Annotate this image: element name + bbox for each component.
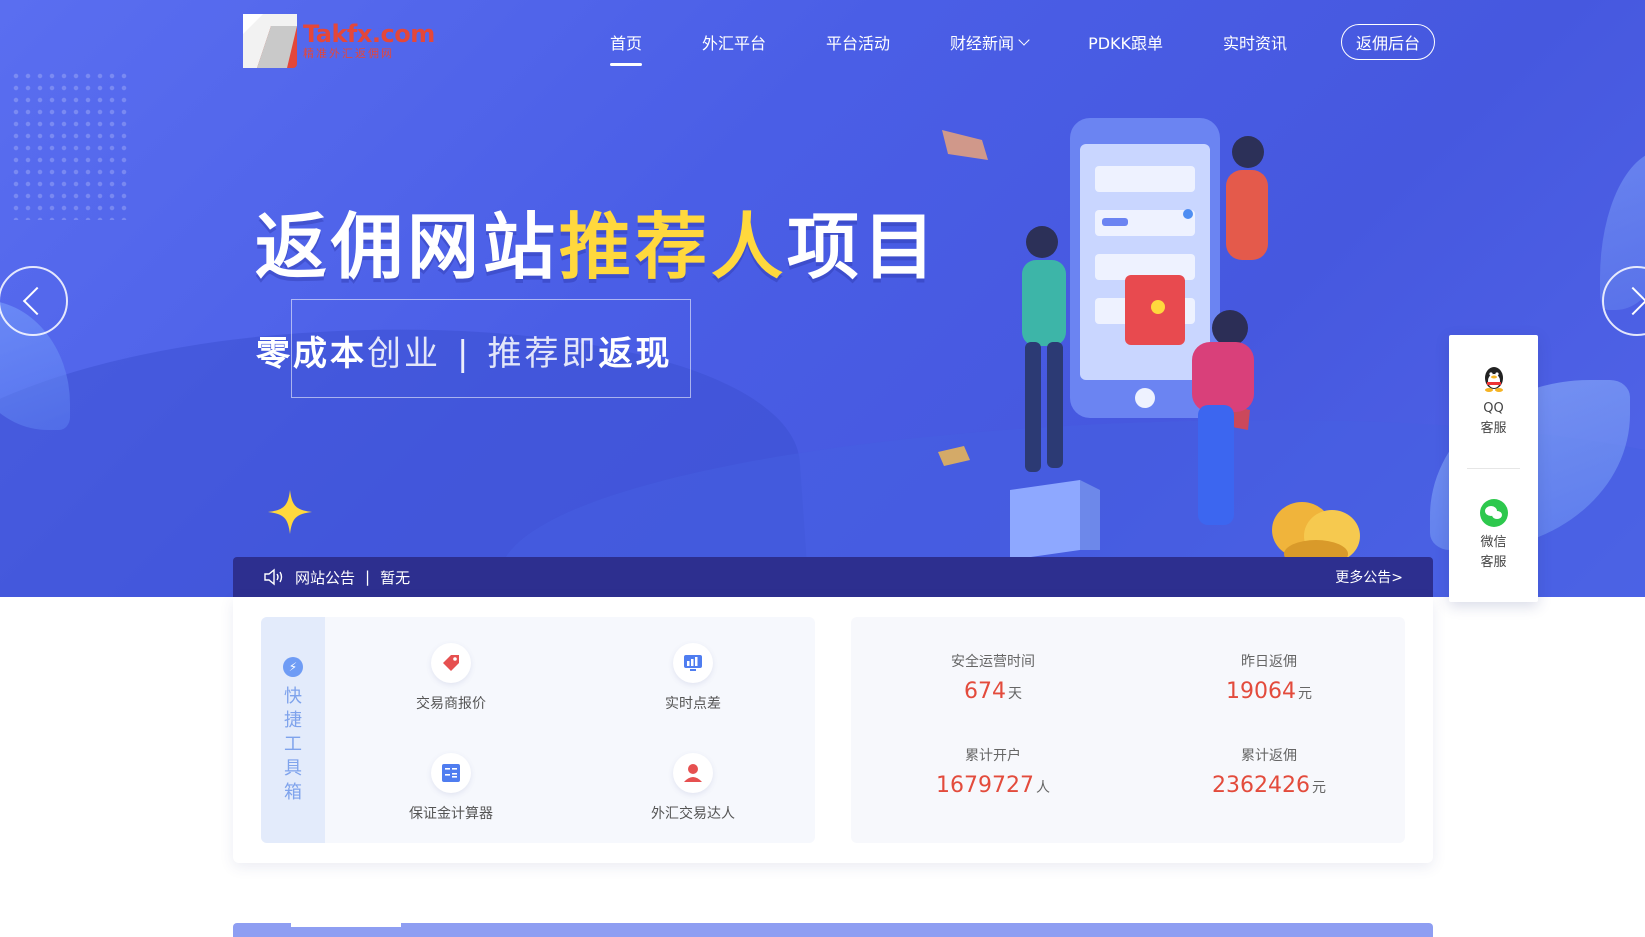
- chevron-left-icon: [22, 286, 52, 316]
- tool-realtime-spread[interactable]: 实时点差: [623, 643, 763, 713]
- nav-item-platform-activities[interactable]: 平台活动: [826, 30, 890, 54]
- qq-service-button[interactable]: QQ 客服: [1449, 365, 1538, 439]
- stat-yesterday-rebate: 昨日返佣 19064 元: [1169, 651, 1369, 704]
- subtitle-part: 零成本: [256, 334, 367, 374]
- stat-value: 1679727: [936, 773, 1034, 798]
- chart-monitor-icon: [673, 643, 713, 683]
- site-statistics: 安全运营时间 674 天 昨日返佣 19064 元 累计开户 1679727 人 累计…: [851, 617, 1405, 843]
- more-announcements-link[interactable]: 更多公告>: [1335, 567, 1403, 587]
- tool-broker-quotes[interactable]: 交易商报价: [381, 643, 521, 713]
- nav-item-pdkk-copy[interactable]: PDKK跟单: [1088, 30, 1163, 54]
- dot-pattern: [10, 70, 130, 220]
- tool-label: 外汇交易达人: [651, 806, 735, 822]
- stat-value: 19064: [1226, 679, 1296, 704]
- service-label: 微信: [1480, 535, 1507, 550]
- wechat-icon: [1479, 499, 1508, 527]
- hero-banner: Takfx.com 精准外汇返佣网 首页 外汇平台 平台活动 财经新闻 PDKK…: [0, 0, 1645, 597]
- user-icon: [673, 753, 713, 793]
- tool-label: 保证金计算器: [409, 806, 493, 822]
- stat-unit: 元: [1298, 686, 1312, 702]
- nav-item-home[interactable]: 首页: [610, 30, 643, 66]
- speaker-icon: [264, 568, 283, 586]
- tool-label: 实时点差: [665, 696, 721, 712]
- banner-subtitle: 零成本创业 | 推荐即返现: [256, 326, 672, 375]
- stat-uptime: 安全运营时间 674 天: [893, 651, 1093, 704]
- nav-item-realtime-info[interactable]: 实时资讯: [1223, 30, 1287, 54]
- nav-item-finance-news[interactable]: 财经新闻: [950, 30, 1030, 54]
- stat-total-accounts: 累计开户 1679727 人: [893, 745, 1093, 798]
- qq-penguin-icon: [1484, 367, 1503, 392]
- next-section-header: [233, 923, 1433, 937]
- lightning-icon: ⚡: [283, 657, 303, 677]
- banner-title-part: 项目: [787, 205, 940, 289]
- toolbox-title: 快捷工具箱: [284, 686, 302, 803]
- stat-unit: 人: [1035, 780, 1050, 796]
- stat-value: 674: [964, 679, 1006, 704]
- stat-label: 昨日返佣: [1241, 654, 1297, 670]
- wechat-service-button[interactable]: 微信 客服: [1449, 499, 1538, 573]
- stat-value: 2362426: [1212, 773, 1310, 798]
- nav-item-label: 财经新闻: [950, 34, 1015, 53]
- subtitle-part: 创业: [367, 334, 441, 374]
- calculator-icon: [431, 753, 471, 793]
- announcement-content: 暂无: [380, 568, 411, 587]
- banner-title-part: 返佣网站: [255, 205, 560, 289]
- logo-slogan: 精准外汇返佣网: [303, 47, 394, 60]
- customer-service-float: QQ 客服 微信 客服: [1449, 335, 1538, 602]
- tool-margin-calculator[interactable]: 保证金计算器: [381, 753, 521, 823]
- logo-mark-icon: [243, 14, 297, 68]
- announcement-divider: |: [365, 568, 371, 586]
- tool-label: 交易商报价: [416, 696, 486, 712]
- tool-forex-experts[interactable]: 外汇交易达人: [623, 753, 763, 823]
- logo-name: Takfx.com: [303, 20, 435, 48]
- price-tag-icon: [431, 643, 471, 683]
- quick-info-card: ⚡ 快捷工具箱 交易商报价 实时点差 保证金计算器 外汇交易达人 安全运营时间 …: [233, 597, 1433, 863]
- banner-title: 返佣网站推荐人项目: [255, 188, 939, 293]
- announcement-label: 网站公告: [295, 568, 356, 587]
- stat-label: 累计返佣: [1241, 748, 1297, 764]
- stat-total-rebate: 累计返佣 2362426 元: [1169, 745, 1369, 798]
- subtitle-part: 返现: [598, 334, 673, 374]
- divider: [1467, 468, 1520, 469]
- service-label: QQ: [1483, 401, 1504, 416]
- subtitle-part: 推荐即: [487, 334, 599, 374]
- carousel-prev-button[interactable]: [0, 266, 68, 336]
- rebate-backend-button[interactable]: 返佣后台: [1341, 24, 1435, 60]
- site-logo[interactable]: Takfx.com 精准外汇返佣网: [243, 14, 435, 68]
- chevron-down-icon: [1018, 33, 1030, 46]
- service-label: 客服: [1480, 421, 1507, 436]
- banner-title-highlight: 推荐人: [559, 205, 788, 289]
- toolbox-sidebar: ⚡ 快捷工具箱: [261, 617, 325, 843]
- main-nav: 首页 外汇平台 平台活动 财经新闻 PDKK跟单 实时资讯: [610, 24, 1347, 66]
- chevron-right-icon: [1618, 286, 1645, 316]
- sparkle-star-icon: [268, 490, 312, 534]
- stat-label: 安全运营时间: [951, 654, 1035, 670]
- stat-unit: 元: [1311, 780, 1326, 796]
- stat-unit: 天: [1008, 686, 1022, 702]
- announcement-bar: 网站公告 | 暂无 更多公告>: [233, 557, 1433, 597]
- service-label: 客服: [1480, 555, 1507, 570]
- section-tab-indicator: [291, 923, 401, 927]
- subtitle-separator: |: [457, 334, 472, 374]
- stat-label: 累计开户: [965, 748, 1021, 764]
- phone-people-illustration: [938, 118, 1360, 568]
- quick-toolbox: ⚡ 快捷工具箱 交易商报价 实时点差 保证金计算器 外汇交易达人: [261, 617, 815, 843]
- nav-item-forex-platforms[interactable]: 外汇平台: [702, 30, 766, 54]
